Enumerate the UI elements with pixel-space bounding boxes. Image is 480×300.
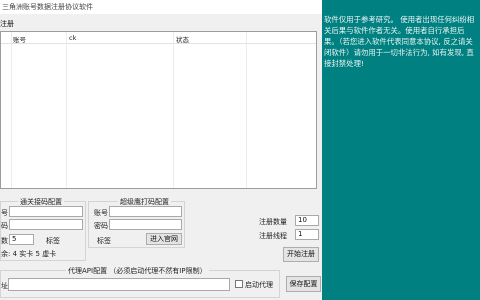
account-grid[interactable]: 账号 ck 状态	[0, 31, 317, 189]
sms-tag-label: 标签	[46, 237, 60, 245]
sms-password-label: 码	[1, 222, 8, 230]
register-count-label: 注册数量	[259, 218, 287, 226]
grid-divider	[11, 32, 12, 188]
sms-balance-status: 余: 4 实卡 5 虚卡	[1, 250, 57, 258]
sms-password-input[interactable]	[9, 219, 83, 230]
sms-count-label: 数	[1, 237, 8, 245]
sms-account-input[interactable]	[9, 206, 83, 217]
save-config-button[interactable]: 保存配置	[286, 276, 321, 292]
register-count-input[interactable]: 10	[295, 215, 319, 226]
proxy-api-address-input[interactable]	[8, 278, 230, 291]
register-threads-label: 注册线程	[259, 232, 287, 240]
captcha-password-label: 密码	[94, 222, 108, 230]
sms-count-input[interactable]: 5	[9, 234, 34, 245]
grid-divider	[173, 32, 174, 188]
enable-proxy-checkbox[interactable]	[235, 280, 243, 288]
captcha-account-label: 账号	[94, 209, 108, 217]
proxy-api-address-label: 址	[1, 282, 8, 290]
register-threads-input[interactable]: 1	[295, 229, 319, 240]
title-bar: 三角洲账号数据注册协议软件	[0, 0, 322, 14]
enable-proxy-label[interactable]: 启动代理	[245, 280, 273, 290]
column-header-account[interactable]: 账号	[13, 34, 26, 44]
captcha-account-input[interactable]	[109, 206, 182, 217]
grid-divider	[246, 32, 247, 188]
enter-website-button[interactable]: 进入官网	[146, 233, 182, 245]
grid-divider	[66, 32, 67, 188]
tab-register[interactable]: 注册	[0, 19, 14, 29]
proxy-api-title: 代理API配置 （必须启动代理不然有IP限制）	[66, 266, 209, 276]
captcha-tag-label: 标签	[97, 237, 111, 245]
column-header-ck[interactable]: ck	[69, 34, 76, 42]
captcha-password-input[interactable]	[109, 219, 182, 230]
column-header-status[interactable]: 状态	[176, 34, 189, 44]
disclaimer-panel: 软件仅用于参考研究。 使用者出现任何纠纷相关后果与软件作者无关。使用者自行承担后…	[322, 0, 480, 300]
sms-account-label: 号	[1, 209, 8, 217]
grid-header: 账号 ck 状态	[1, 32, 316, 44]
disclaimer-text: 软件仅用于参考研究。 使用者出现任何纠纷相关后果与软件作者无关。使用者自行承担后…	[324, 15, 475, 68]
start-register-button[interactable]: 开始注册	[283, 247, 319, 262]
window-title: 三角洲账号数据注册协议软件	[2, 3, 93, 11]
